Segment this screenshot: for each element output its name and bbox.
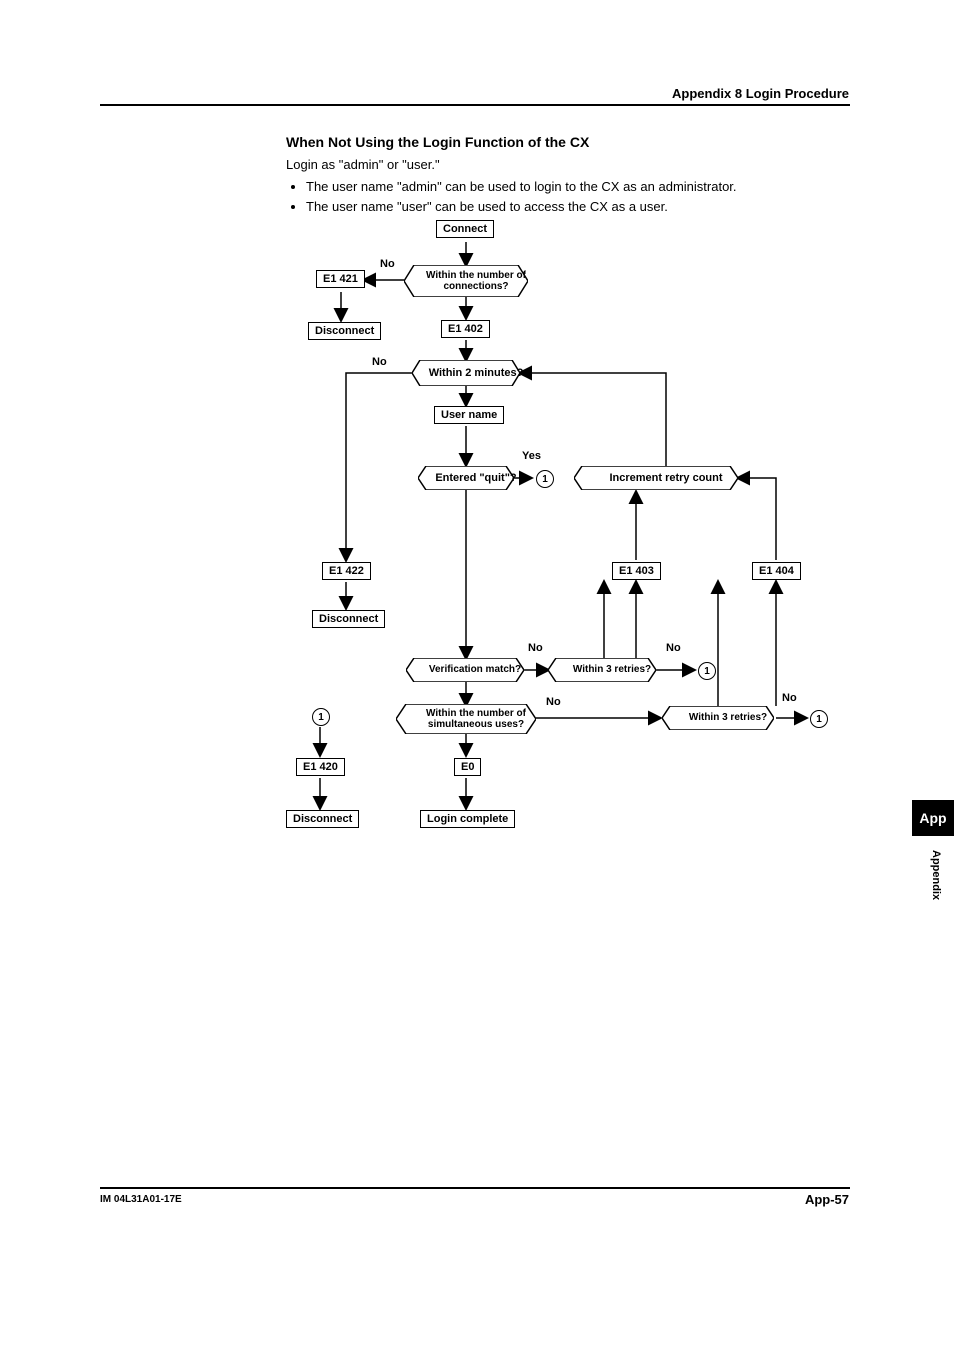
flowchart: Connect Within the number of connections… [286, 220, 846, 840]
error-e0: E0 [454, 758, 481, 776]
edge-label-no: No [380, 258, 395, 270]
terminal-login-complete: Login complete [420, 810, 515, 828]
edge-label-no: No [372, 356, 387, 368]
flow-arrows [286, 220, 846, 840]
header-rule [100, 104, 850, 106]
process-user-name: User name [434, 406, 504, 424]
edge-label-no: No [782, 692, 797, 704]
error-e1-420: E1 420 [296, 758, 345, 776]
terminal-disconnect: Disconnect [308, 322, 381, 340]
edge-label-no: No [666, 642, 681, 654]
side-tab-label: Appendix [930, 850, 942, 900]
error-e1-402: E1 402 [441, 320, 490, 338]
connector-1: 1 [536, 470, 554, 488]
decision-within-2min: Within 2 minutes? [412, 360, 520, 386]
terminal-disconnect: Disconnect [312, 610, 385, 628]
section-title: When Not Using the Login Function of the… [286, 134, 589, 150]
process-connect: Connect [436, 220, 494, 238]
error-e1-404: E1 404 [752, 562, 801, 580]
process-increment-retry: Increment retry count [574, 466, 738, 490]
connector-1: 1 [810, 710, 828, 728]
bullet-item: The user name "admin" can be used to log… [306, 177, 737, 197]
intro-text: Login as "admin" or "user." The user nam… [286, 155, 737, 218]
decision-verification-match: Verification match? [406, 658, 524, 682]
edge-label-yes: Yes [522, 450, 541, 462]
page-number: App-57 [805, 1192, 849, 1207]
document-id: IM 04L31A01-17E [100, 1194, 182, 1205]
connector-1: 1 [312, 708, 330, 726]
terminal-disconnect: Disconnect [286, 810, 359, 828]
edge-label-no: No [528, 642, 543, 654]
side-tab: App [912, 800, 954, 836]
error-e1-421: E1 421 [316, 270, 365, 288]
error-e1-403: E1 403 [612, 562, 661, 580]
running-header: Appendix 8 Login Procedure [672, 86, 849, 101]
decision-within-connections: Within the number of connections? [404, 265, 528, 297]
footer-rule [100, 1187, 850, 1189]
connector-1: 1 [698, 662, 716, 680]
bullet-item: The user name "user" can be used to acce… [306, 197, 737, 217]
decision-within-simultaneous: Within the number of simultaneous uses? [396, 704, 536, 734]
decision-within-3-retries-b: Within 3 retries? [662, 706, 774, 730]
intro-line: Login as "admin" or "user." [286, 157, 440, 172]
edge-label-no: No [546, 696, 561, 708]
decision-entered-quit: Entered "quit"? [418, 466, 514, 490]
error-e1-422: E1 422 [322, 562, 371, 580]
decision-within-3-retries-a: Within 3 retries? [548, 658, 656, 682]
